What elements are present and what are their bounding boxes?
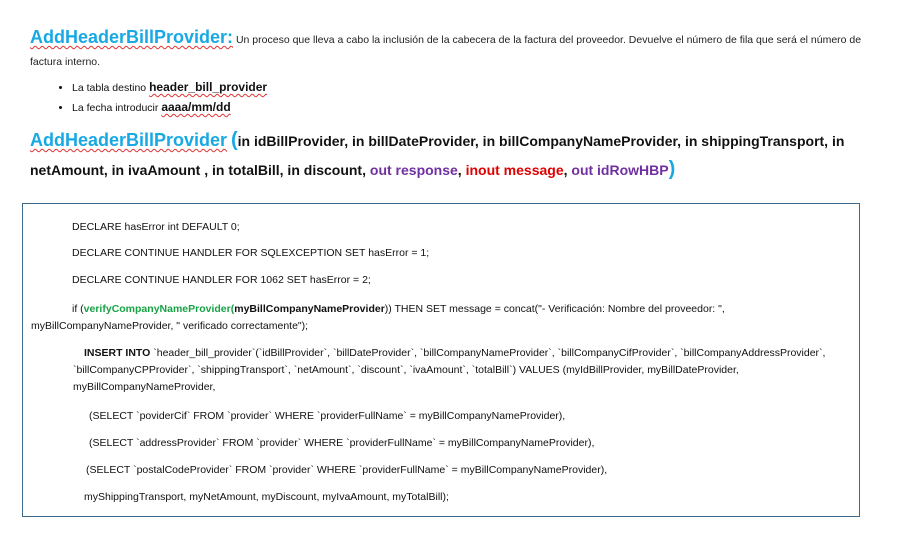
code-line-select-postal: (SELECT `postalCodeProvider` FROM `provi… (86, 464, 608, 476)
code-line-select-address: (SELECT `addressProvider` FROM `provider… (89, 437, 595, 449)
code-line-insert: INSERT INTO `header_bill_provider`(`idBi… (73, 345, 839, 396)
code-line-if-verify: if (verifyCompanyNameProvider(myBillComp… (31, 301, 839, 335)
code-line-select-cif: (SELECT `poviderCif` FROM `provider` WHE… (89, 410, 566, 422)
code-line-1062-handler: DECLARE CONTINUE HANDLER FOR 1062 SET ha… (72, 274, 371, 286)
signature-param: , (457, 162, 466, 178)
signature-open-paren: ( (230, 129, 238, 151)
list-item: La fecha introducir aaaa/mm/dd (72, 98, 267, 118)
signature-param-out: out response (369, 162, 458, 178)
if-keyword: if ( (72, 303, 84, 315)
procedure-heading: AddHeaderBillProvider: Un proceso que ll… (30, 26, 875, 73)
bullet-label: La tabla destino (72, 82, 150, 94)
function-arg: myBillCompanyNameProvider (234, 303, 385, 315)
insert-rest: `header_bill_provider`(`idBillProvider`,… (73, 347, 826, 393)
requirements-list: La tabla destino header_bill_provider La… (52, 78, 267, 118)
signature-close-paren: ) (668, 158, 676, 180)
signature-param-inout: inout message (465, 162, 564, 178)
bullet-value: aaaa/mm/dd (161, 100, 231, 114)
procedure-signature: AddHeaderBillProvider (in idBillProvider… (30, 126, 875, 184)
code-block: DECLARE hasError int DEFAULT 0; DECLARE … (22, 203, 860, 517)
list-item: La tabla destino header_bill_provider (72, 78, 267, 98)
code-line-values-end: myShippingTransport, myNetAmount, myDisc… (84, 491, 449, 503)
bullet-value: header_bill_provider (149, 80, 268, 94)
code-line-declare-haserror: DECLARE hasError int DEFAULT 0; (72, 221, 240, 233)
procedure-title: AddHeaderBillProvider: (30, 27, 234, 47)
function-name: verifyCompanyNameProvider( (83, 303, 235, 315)
insert-keyword: INSERT INTO (84, 347, 151, 359)
code-line-sqlexception-handler: DECLARE CONTINUE HANDLER FOR SQLEXCEPTIO… (72, 247, 430, 259)
signature-name: AddHeaderBillProvider (30, 130, 228, 150)
bullet-label: La fecha introducir (72, 102, 162, 114)
signature-param-out: out idRowHBP (571, 162, 669, 178)
